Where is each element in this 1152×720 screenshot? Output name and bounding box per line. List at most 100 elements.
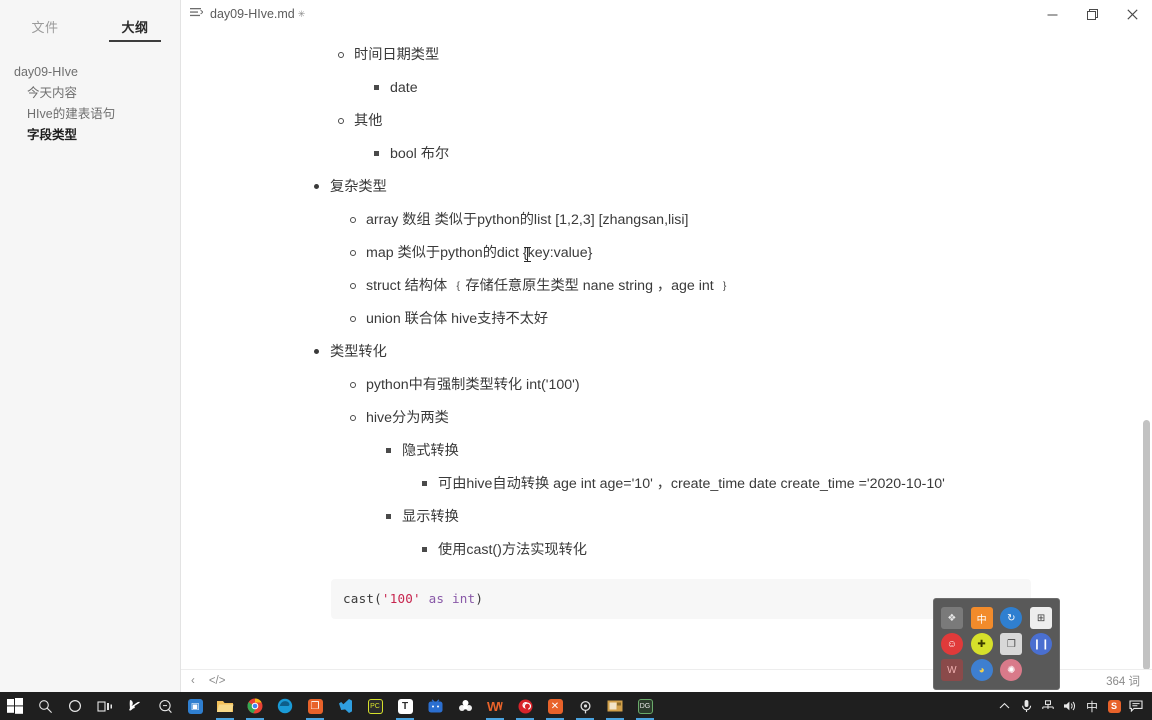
wps-icon[interactable]: W bbox=[480, 692, 510, 720]
netease-music-icon[interactable] bbox=[510, 692, 540, 720]
outline-toggle-icon[interactable] bbox=[190, 7, 204, 21]
outline-level-0: 时间日期类型 date 其他 bool 布尔 复杂类型 array 数组 类似于… bbox=[311, 44, 1062, 561]
outline-sublist: 使用cast()方法实现转化 bbox=[402, 539, 1062, 561]
show-hidden-icons[interactable] bbox=[994, 692, 1014, 720]
back-icon[interactable]: ‹ bbox=[191, 675, 195, 687]
ime-chinese-mode-icon[interactable]: 中 bbox=[970, 607, 993, 629]
clover-icon[interactable] bbox=[450, 692, 480, 720]
list-item[interactable]: hive分为两类 隐式转换 可由hive自动转换 age int age='10… bbox=[347, 407, 1062, 561]
ime-w-icon[interactable]: W bbox=[940, 659, 963, 681]
vscode-icon[interactable] bbox=[330, 692, 360, 720]
typora-icon[interactable]: T bbox=[390, 692, 420, 720]
markdown-document[interactable]: 时间日期类型 date 其他 bool 布尔 复杂类型 array 数组 类似于… bbox=[181, 28, 1152, 639]
ime-skin-icon[interactable]: ❖ bbox=[940, 607, 963, 629]
task-view-icon[interactable] bbox=[90, 692, 120, 720]
word-count[interactable]: 364 词 bbox=[1106, 673, 1152, 689]
pycharm-icon[interactable]: PC bbox=[360, 692, 390, 720]
ime-language-indicator[interactable]: 中 bbox=[1082, 692, 1102, 720]
minimize-button[interactable] bbox=[1032, 0, 1072, 28]
ime-clipboard-icon[interactable]: ❐ bbox=[1000, 633, 1023, 655]
list-item-label: date bbox=[390, 80, 418, 96]
list-item-label: map 类似于python的dict {key:value} bbox=[366, 245, 593, 261]
editor-scroll-area[interactable]: 时间日期类型 date 其他 bool 布尔 复杂类型 array 数组 类似于… bbox=[181, 28, 1152, 669]
list-item-label: struct 结构体 ﹛存储任意原生类型 nane string ，age in… bbox=[366, 278, 732, 294]
outline-item-create-table-syntax[interactable]: HIve的建表语句 bbox=[0, 104, 180, 124]
start-button[interactable] bbox=[0, 692, 30, 720]
xmind-icon[interactable]: ✕ bbox=[540, 692, 570, 720]
everything-search-icon[interactable] bbox=[150, 692, 180, 720]
snipaste-icon[interactable] bbox=[120, 692, 150, 720]
volume-icon[interactable] bbox=[1060, 692, 1080, 720]
outline-item-today-content[interactable]: 今天内容 bbox=[0, 83, 180, 103]
ime-empty-slot bbox=[1030, 659, 1052, 681]
list-item[interactable]: map 类似于python的dict {key:value} bbox=[347, 242, 1062, 264]
list-item[interactable]: 使用cast()方法实现转化 bbox=[419, 539, 1062, 561]
image-viewer-icon[interactable] bbox=[600, 692, 630, 720]
list-item-label: hive分为两类 bbox=[366, 410, 449, 426]
list-item-label: union 联合体 hive支持不太好 bbox=[366, 311, 549, 327]
ime-pause-icon[interactable]: ❙❙ bbox=[1030, 633, 1053, 655]
outline-item-field-types[interactable]: 字段类型 bbox=[0, 125, 180, 145]
maximize-restore-button[interactable] bbox=[1072, 0, 1112, 28]
navicat-icon[interactable] bbox=[570, 692, 600, 720]
unsaved-marker: ✳ bbox=[297, 8, 306, 19]
list-item[interactable]: 隐式转换 可由hive自动转换 age int age='10' ，create… bbox=[383, 440, 1062, 495]
outline-item-day09-hive[interactable]: day09-HIve bbox=[0, 62, 180, 82]
ime-keyboard-icon[interactable]: ⊞ bbox=[1030, 607, 1053, 629]
ime-plus-icon[interactable]: ✚ bbox=[970, 633, 993, 655]
outline-list: day09-HIve 今天内容 HIve的建表语句 字段类型 bbox=[0, 47, 180, 145]
sidebar-tabs: 文件 大纲 bbox=[0, 0, 180, 47]
action-center-icon[interactable] bbox=[1126, 692, 1146, 720]
titlebar-left: day09-HIve.md ✳ bbox=[181, 7, 305, 21]
chrome-icon[interactable] bbox=[240, 692, 270, 720]
list-item-label: 其他 bbox=[354, 113, 383, 129]
typora-window: day09-HIve.md ✳ 时间日期类型 date 其他 bool 布尔 复… bbox=[181, 0, 1152, 692]
list-item[interactable]: union 联合体 hive支持不太好 bbox=[347, 308, 1062, 330]
network-icon[interactable] bbox=[1038, 692, 1058, 720]
list-item[interactable]: 其他 bool 布尔 bbox=[335, 110, 1062, 165]
document-title: day09-HIve.md bbox=[210, 7, 295, 21]
bilibili-icon[interactable] bbox=[420, 692, 450, 720]
search-icon[interactable] bbox=[30, 692, 60, 720]
list-item[interactable]: struct 结构体 ﹛存储任意原生类型 nane string ，age in… bbox=[347, 275, 1062, 297]
list-item-label: 隐式转换 bbox=[402, 443, 459, 459]
code-block[interactable]: cast('100' as int) bbox=[331, 579, 1031, 619]
outline-sublist: date bbox=[354, 77, 1062, 99]
file-explorer-icon[interactable] bbox=[210, 692, 240, 720]
list-item[interactable]: 复杂类型 array 数组 类似于python的list [1,2,3] [zh… bbox=[311, 176, 1062, 330]
list-item[interactable]: python中有强制类型转化 int('100') bbox=[347, 374, 1062, 396]
list-item[interactable]: 显示转换 使用cast()方法实现转化 bbox=[383, 506, 1062, 561]
ime-emoji-icon[interactable]: ☺ bbox=[940, 633, 963, 655]
svg-text:W: W bbox=[487, 699, 500, 713]
list-item-label: 可由hive自动转换 age int age='10' ，create_time… bbox=[438, 476, 945, 492]
ime-refresh-icon[interactable]: ↻ bbox=[1000, 607, 1023, 629]
outline-sublist: 隐式转换 可由hive自动转换 age int age='10' ，create… bbox=[366, 440, 1062, 561]
close-button[interactable] bbox=[1112, 0, 1152, 28]
sogou-ime-icon[interactable]: S bbox=[1104, 692, 1124, 720]
ime-flower-icon[interactable]: ✺ bbox=[1000, 659, 1023, 681]
edge-icon[interactable] bbox=[270, 692, 300, 720]
system-tray: 中 S bbox=[994, 692, 1152, 720]
cortana-icon[interactable] bbox=[60, 692, 90, 720]
list-item[interactable]: 时间日期类型 date bbox=[335, 44, 1062, 99]
typora-app-icon[interactable]: ❐ bbox=[300, 692, 330, 720]
list-item-label: 类型转化 bbox=[330, 344, 387, 360]
list-item-label: python中有强制类型转化 int('100') bbox=[366, 377, 580, 393]
list-item-label: array 数组 类似于python的list [1,2,3] [zhangsa… bbox=[366, 212, 689, 228]
source-code-icon[interactable]: </> bbox=[209, 675, 226, 687]
list-item-label: bool 布尔 bbox=[390, 146, 450, 162]
list-item[interactable]: 类型转化 python中有强制类型转化 int('100') hive分为两类 … bbox=[311, 341, 1062, 561]
list-item[interactable]: bool 布尔 bbox=[371, 143, 1062, 165]
vertical-scrollbar[interactable] bbox=[1143, 420, 1150, 670]
ime-palette-icon[interactable]: ◕ bbox=[970, 659, 993, 681]
datagrip-icon[interactable]: DG bbox=[630, 692, 660, 720]
list-item[interactable]: date bbox=[371, 77, 1062, 99]
list-item[interactable]: 可由hive自动转换 age int age='10' ，create_time… bbox=[419, 473, 1062, 495]
list-item[interactable]: array 数组 类似于python的list [1,2,3] [zhangsa… bbox=[347, 209, 1062, 231]
sogou-ime-floating-panel[interactable]: ❖ 中 ↻ ⊞ ☺ ✚ ❐ ❙❙ W ◕ ✺ bbox=[933, 598, 1060, 690]
sidebar: 文件 大纲 day09-HIve 今天内容 HIve的建表语句 字段类型 bbox=[0, 0, 181, 692]
store-icon[interactable]: ▣ bbox=[180, 692, 210, 720]
tab-files[interactable]: 文件 bbox=[0, 0, 90, 36]
tab-outline[interactable]: 大纲 bbox=[90, 0, 180, 42]
microphone-icon[interactable] bbox=[1016, 692, 1036, 720]
